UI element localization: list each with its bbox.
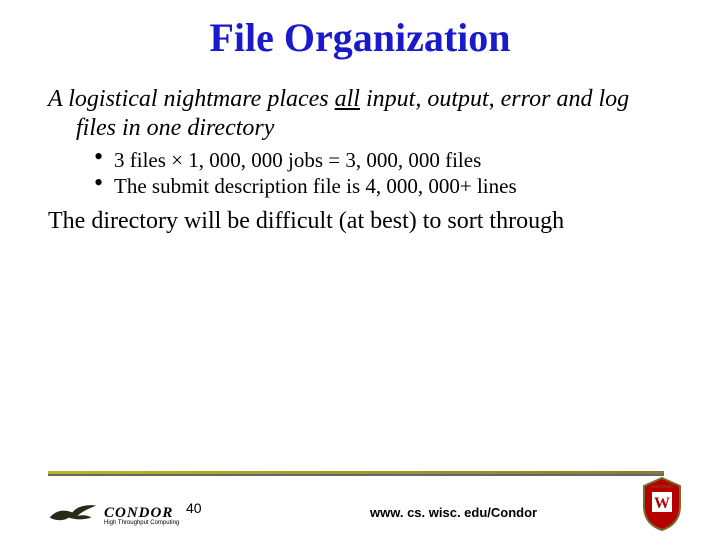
wisconsin-crest-icon: W WISCONSIN [638,476,686,532]
condor-text: CONDOR High Throughput Computing [104,504,179,526]
bullet-list: 3 files × 1, 000, 000 jobs = 3, 000, 000… [94,147,672,200]
bullet-item: The submit description file is 4, 000, 0… [94,173,672,199]
paragraph-1: A logistical nightmare places all input,… [48,85,672,143]
footer-url: www. cs. wisc. edu/Condor [370,505,537,520]
bullet-item: 3 files × 1, 000, 000 jobs = 3, 000, 000… [94,147,672,173]
slide-body: A logistical nightmare places all input,… [48,85,672,236]
bird-icon [48,502,100,528]
condor-word: CONDOR [104,505,173,521]
footer: CONDOR High Throughput Computing 40 www.… [0,484,720,532]
svg-text:WISCONSIN: WISCONSIN [651,484,673,489]
svg-text:W: W [654,495,670,512]
condor-tagline: High Throughput Computing [104,520,179,526]
page-number: 40 [186,500,202,516]
condor-logo: CONDOR High Throughput Computing [48,502,179,528]
paragraph-2: The directory will be difficult (at best… [48,207,672,236]
para1-underlined: all [335,86,360,112]
slide-title: File Organization [0,14,720,61]
divider [48,471,664,474]
para1-prefix: A logistical nightmare places [48,86,335,112]
